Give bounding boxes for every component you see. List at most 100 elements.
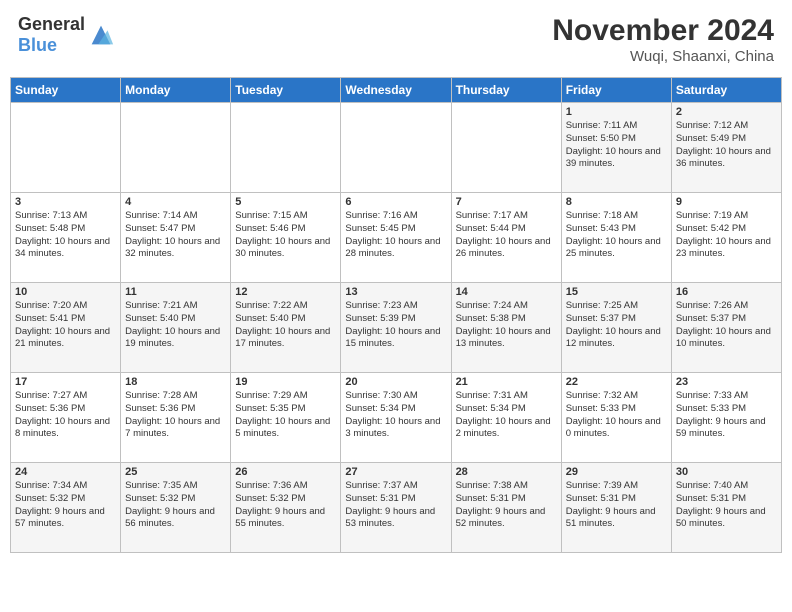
calendar-cell: 18Sunrise: 7:28 AM Sunset: 5:36 PM Dayli… — [121, 373, 231, 463]
week-row-1: 1Sunrise: 7:11 AM Sunset: 5:50 PM Daylig… — [11, 103, 782, 193]
day-info: Sunrise: 7:32 AM Sunset: 5:33 PM Dayligh… — [566, 390, 667, 441]
day-info: Sunrise: 7:35 AM Sunset: 5:32 PM Dayligh… — [125, 480, 226, 531]
calendar-cell: 3 Sunrise: 7:13 AM Sunset: 5:48 PM Daylig… — [11, 193, 121, 283]
calendar-cell — [11, 103, 121, 193]
day-info: Sunrise: 7:26 AM Sunset: 5:37 PM Dayligh… — [676, 300, 777, 351]
day-info: Sunrise: 7:39 AM Sunset: 5:31 PM Dayligh… — [566, 480, 667, 531]
day-info: Sunrise: 7:36 AM Sunset: 5:32 PM Dayligh… — [235, 480, 336, 531]
calendar-cell: 21 Sunrise: 7:31 AM Sunset: 5:34 PM Dayli… — [451, 373, 561, 463]
calendar-cell: 17Sunrise: 7:27 AM Sunset: 5:36 PM Dayli… — [11, 373, 121, 463]
day-info: Sunrise: 7:28 AM Sunset: 5:36 PM Dayligh… — [125, 390, 226, 441]
day-number: 22 — [566, 376, 667, 388]
day-number: 24 — [15, 466, 116, 478]
day-number: 30 — [676, 466, 777, 478]
logo: General Blue — [18, 14, 115, 56]
calendar-cell: 20 Sunrise: 7:30 AM Sunset: 5:34 PM Dayli… — [341, 373, 451, 463]
weekday-header-row: SundayMondayTuesdayWednesdayThursdayFrid… — [11, 78, 782, 103]
weekday-header-thursday: Thursday — [451, 78, 561, 103]
day-info: Sunrise: 7:13 AM Sunset: 5:48 PM Dayligh… — [15, 210, 116, 261]
day-number: 16 — [676, 286, 777, 298]
calendar-cell: 13 Sunrise: 7:23 AM Sunset: 5:39 PM Dayli… — [341, 283, 451, 373]
calendar-cell: 26 Sunrise: 7:36 AM Sunset: 5:32 PM Dayli… — [231, 463, 341, 553]
page-header: General Blue November 2024 Wuqi, Shaanxi… — [10, 10, 782, 69]
day-info: Sunrise: 7:25 AM Sunset: 5:37 PM Dayligh… — [566, 300, 667, 351]
day-number: 5 — [235, 196, 336, 208]
day-info: Sunrise: 7:14 AM Sunset: 5:47 PM Dayligh… — [125, 210, 226, 261]
day-info: Sunrise: 7:19 AM Sunset: 5:42 PM Dayligh… — [676, 210, 777, 261]
calendar-cell: 1Sunrise: 7:11 AM Sunset: 5:50 PM Daylig… — [561, 103, 671, 193]
day-info: Sunrise: 7:12 AM Sunset: 5:49 PM Dayligh… — [676, 120, 777, 171]
logo-blue: Blue — [18, 35, 57, 55]
day-info: Sunrise: 7:17 AM Sunset: 5:44 PM Dayligh… — [456, 210, 557, 261]
day-info: Sunrise: 7:30 AM Sunset: 5:34 PM Dayligh… — [345, 390, 446, 441]
day-number: 2 — [676, 106, 777, 118]
calendar-cell: 12 Sunrise: 7:22 AM Sunset: 5:40 PM Dayli… — [231, 283, 341, 373]
day-info: Sunrise: 7:33 AM Sunset: 5:33 PM Dayligh… — [676, 390, 777, 441]
calendar-cell: 16 Sunrise: 7:26 AM Sunset: 5:37 PM Dayli… — [671, 283, 781, 373]
day-number: 3 — [15, 196, 116, 208]
day-number: 1 — [566, 106, 667, 118]
day-info: Sunrise: 7:40 AM Sunset: 5:31 PM Dayligh… — [676, 480, 777, 531]
day-number: 12 — [235, 286, 336, 298]
day-info: Sunrise: 7:27 AM Sunset: 5:36 PM Dayligh… — [15, 390, 116, 441]
day-number: 29 — [566, 466, 667, 478]
month-title: November 2024 — [552, 14, 774, 48]
day-number: 23 — [676, 376, 777, 388]
calendar-cell: 7 Sunrise: 7:17 AM Sunset: 5:44 PM Daylig… — [451, 193, 561, 283]
day-info: Sunrise: 7:31 AM Sunset: 5:34 PM Dayligh… — [456, 390, 557, 441]
calendar-cell: 22 Sunrise: 7:32 AM Sunset: 5:33 PM Dayli… — [561, 373, 671, 463]
day-number: 8 — [566, 196, 667, 208]
day-number: 28 — [456, 466, 557, 478]
day-info: Sunrise: 7:20 AM Sunset: 5:41 PM Dayligh… — [15, 300, 116, 351]
calendar-cell: 24 Sunrise: 7:34 AM Sunset: 5:32 PM Dayli… — [11, 463, 121, 553]
day-info: Sunrise: 7:29 AM Sunset: 5:35 PM Dayligh… — [235, 390, 336, 441]
day-number: 14 — [456, 286, 557, 298]
day-info: Sunrise: 7:23 AM Sunset: 5:39 PM Dayligh… — [345, 300, 446, 351]
day-number: 13 — [345, 286, 446, 298]
calendar-cell: 4 Sunrise: 7:14 AM Sunset: 5:47 PM Daylig… — [121, 193, 231, 283]
day-number: 9 — [676, 196, 777, 208]
weekday-header-tuesday: Tuesday — [231, 78, 341, 103]
day-number: 19 — [235, 376, 336, 388]
day-info: Sunrise: 7:38 AM Sunset: 5:31 PM Dayligh… — [456, 480, 557, 531]
day-number: 11 — [125, 286, 226, 298]
calendar-cell: 23 Sunrise: 7:33 AM Sunset: 5:33 PM Dayli… — [671, 373, 781, 463]
weekday-header-monday: Monday — [121, 78, 231, 103]
day-number: 7 — [456, 196, 557, 208]
day-info: Sunrise: 7:15 AM Sunset: 5:46 PM Dayligh… — [235, 210, 336, 261]
calendar-cell: 10 Sunrise: 7:20 AM Sunset: 5:41 PM Dayli… — [11, 283, 121, 373]
day-number: 4 — [125, 196, 226, 208]
logo-icon — [87, 21, 115, 49]
weekday-header-saturday: Saturday — [671, 78, 781, 103]
calendar-cell: 15 Sunrise: 7:25 AM Sunset: 5:37 PM Dayli… — [561, 283, 671, 373]
calendar-cell — [231, 103, 341, 193]
location: Wuqi, Shaanxi, China — [552, 48, 774, 65]
calendar-cell: 9 Sunrise: 7:19 AM Sunset: 5:42 PM Daylig… — [671, 193, 781, 283]
calendar-cell: 6Sunrise: 7:16 AM Sunset: 5:45 PM Daylig… — [341, 193, 451, 283]
calendar-cell: 30 Sunrise: 7:40 AM Sunset: 5:31 PM Dayli… — [671, 463, 781, 553]
calendar-cell: 25 Sunrise: 7:35 AM Sunset: 5:32 PM Dayli… — [121, 463, 231, 553]
title-block: November 2024 Wuqi, Shaanxi, China — [552, 14, 774, 65]
calendar-cell: 28 Sunrise: 7:38 AM Sunset: 5:31 PM Dayli… — [451, 463, 561, 553]
day-info: Sunrise: 7:22 AM Sunset: 5:40 PM Dayligh… — [235, 300, 336, 351]
day-info: Sunrise: 7:37 AM Sunset: 5:31 PM Dayligh… — [345, 480, 446, 531]
day-number: 15 — [566, 286, 667, 298]
day-number: 10 — [15, 286, 116, 298]
calendar-cell — [451, 103, 561, 193]
calendar-cell: 14Sunrise: 7:24 AM Sunset: 5:38 PM Dayli… — [451, 283, 561, 373]
week-row-2: 3 Sunrise: 7:13 AM Sunset: 5:48 PM Daylig… — [11, 193, 782, 283]
calendar-cell: 29 Sunrise: 7:39 AM Sunset: 5:31 PM Dayli… — [561, 463, 671, 553]
calendar-cell: 11Sunrise: 7:21 AM Sunset: 5:40 PM Dayli… — [121, 283, 231, 373]
day-number: 27 — [345, 466, 446, 478]
day-info: Sunrise: 7:18 AM Sunset: 5:43 PM Dayligh… — [566, 210, 667, 261]
week-row-3: 10 Sunrise: 7:20 AM Sunset: 5:41 PM Dayli… — [11, 283, 782, 373]
calendar-cell: 27 Sunrise: 7:37 AM Sunset: 5:31 PM Dayli… — [341, 463, 451, 553]
day-number: 21 — [456, 376, 557, 388]
day-number: 25 — [125, 466, 226, 478]
day-info: Sunrise: 7:16 AM Sunset: 5:45 PM Dayligh… — [345, 210, 446, 261]
day-info: Sunrise: 7:34 AM Sunset: 5:32 PM Dayligh… — [15, 480, 116, 531]
logo-general: General — [18, 14, 85, 34]
day-number: 26 — [235, 466, 336, 478]
day-number: 20 — [345, 376, 446, 388]
calendar-table: SundayMondayTuesdayWednesdayThursdayFrid… — [10, 77, 782, 553]
